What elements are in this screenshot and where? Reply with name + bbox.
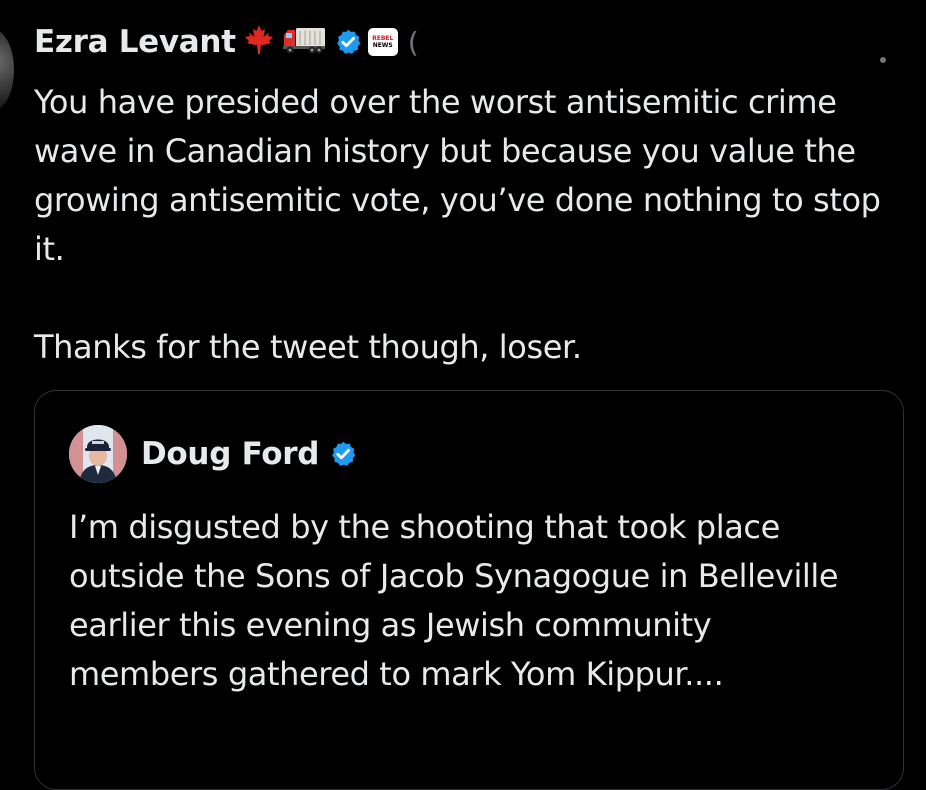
redacted-handle-tail [560,44,790,78]
quoted-tweet-header: Doug Ford [69,425,357,483]
quoted-author-name[interactable]: Doug Ford [141,436,319,472]
quoted-tweet-text: I’m disgusted by the shooting that took … [69,508,839,693]
tweet[interactable]: Ezra Levant REBEL NEWS (You have presid… [0,0,926,790]
author-name[interactable]: Ezra Levant [34,24,236,60]
handle-prefix: ( [407,25,419,59]
quoted-tweet-card[interactable]: Doug Ford I’m disgusted by the shooting … [34,390,904,790]
verified-badge-icon[interactable] [329,440,357,468]
verified-badge-icon[interactable] [334,28,362,56]
quoted-author-avatar[interactable] [69,425,127,483]
author-avatar[interactable] [0,28,14,112]
tweet-header: Ezra Levant REBEL NEWS ( [34,20,419,64]
redacted-quoted-handle-tail [395,453,525,489]
more-options-icon[interactable] [880,57,886,63]
tweet-text: You have presided over the worst antisem… [34,83,881,366]
rebel-news-logo[interactable]: REBEL NEWS [367,28,398,56]
truck-emoji [282,25,326,59]
maple-leaf-emoji [244,24,274,60]
